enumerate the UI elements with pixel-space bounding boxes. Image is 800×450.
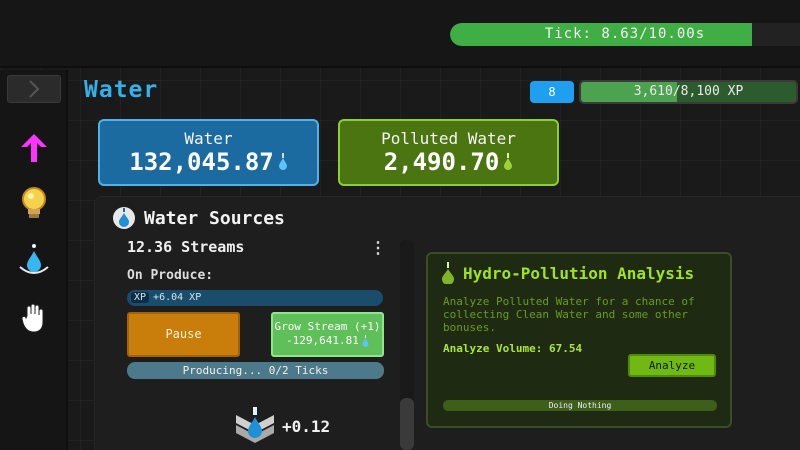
sidebar [0, 70, 68, 450]
top-bar: Tick: 8.63/10.00s [0, 0, 800, 68]
xp-progress-bar: 3,610/8,100 XP [579, 80, 798, 104]
water-resource-value: 132,045.87 [129, 148, 274, 176]
scrollbar-thumb[interactable] [400, 398, 414, 450]
level-badge: 8 [530, 81, 574, 103]
analysis-description: Analyze Polluted Water for a chance of c… [443, 295, 695, 334]
grow-stream-button[interactable]: Grow Stream (+1) -129,641.81 [271, 312, 384, 357]
polluted-drop-icon [504, 153, 513, 170]
xp-text: 3,610/8,100 XP [633, 84, 744, 99]
water-resource-value-row: 132,045.87 [100, 148, 317, 176]
streams-count: 12.36 Streams [127, 238, 245, 256]
pause-button[interactable]: Pause [127, 312, 240, 357]
polluted-water-resource-card: Polluted Water 2,490.70 [338, 119, 559, 186]
water-resource-label: Water [184, 129, 233, 148]
more-options-button[interactable]: ⋮ [370, 238, 386, 257]
lightbulb-icon [22, 187, 46, 218]
grow-stream-cost-row: -129,641.81 [273, 334, 382, 348]
stream-chevron-icon [236, 407, 274, 443]
analysis-heading: Hydro-Pollution Analysis [441, 262, 694, 284]
polluted-water-resource-value: 2,490.70 [383, 148, 500, 176]
polluted-drop-icon [442, 262, 454, 284]
upgrade-arrow-icon [21, 134, 47, 162]
sidebar-item-research[interactable] [16, 185, 52, 221]
xp-gain-pill: XP +6.04 XP [127, 290, 383, 306]
production-progress-bar: Producing... 0/2 Ticks [127, 362, 384, 379]
sidebar-item-manual[interactable] [16, 300, 52, 336]
sidebar-collapse-button[interactable] [7, 75, 61, 103]
analysis-title: Hydro-Pollution Analysis [463, 263, 695, 283]
sidebar-item-water[interactable] [16, 242, 52, 278]
tick-text: Tick: 8.63/10.00s [544, 26, 706, 42]
on-produce-label: On Produce: [127, 268, 214, 283]
chevron-right-icon [29, 80, 40, 98]
analysis-volume: Analyze Volume: 67.54 [443, 342, 583, 355]
water-drop-icon [278, 153, 287, 170]
stream-rate-value: +0.12 [282, 417, 331, 436]
polluted-water-resource-label: Polluted Water [381, 129, 516, 148]
page-title: Water [84, 77, 159, 103]
xp-badge: XP [131, 292, 150, 303]
tick-progress-bar: Tick: 8.63/10.00s [450, 23, 800, 46]
sidebar-item-upgrades[interactable] [16, 130, 52, 166]
xp-gain-text: +6.04 XP [153, 292, 202, 303]
water-resource-card: Water 132,045.87 [98, 119, 319, 186]
water-sources-heading: Water Sources [112, 206, 285, 230]
analyze-button[interactable]: Analyze [628, 354, 716, 377]
grow-stream-label: Grow Stream (+1) [274, 320, 381, 333]
hand-icon [21, 303, 44, 333]
water-drop-icon [113, 207, 135, 229]
water-drop-icon [362, 335, 369, 347]
water-sources-title: Water Sources [144, 207, 285, 229]
water-drop-ripple-icon [19, 244, 49, 274]
grow-stream-cost: -129,641.81 [286, 334, 359, 347]
polluted-water-resource-value-row: 2,490.70 [340, 148, 557, 176]
analysis-status-bar: Doing Nothing [443, 400, 717, 411]
